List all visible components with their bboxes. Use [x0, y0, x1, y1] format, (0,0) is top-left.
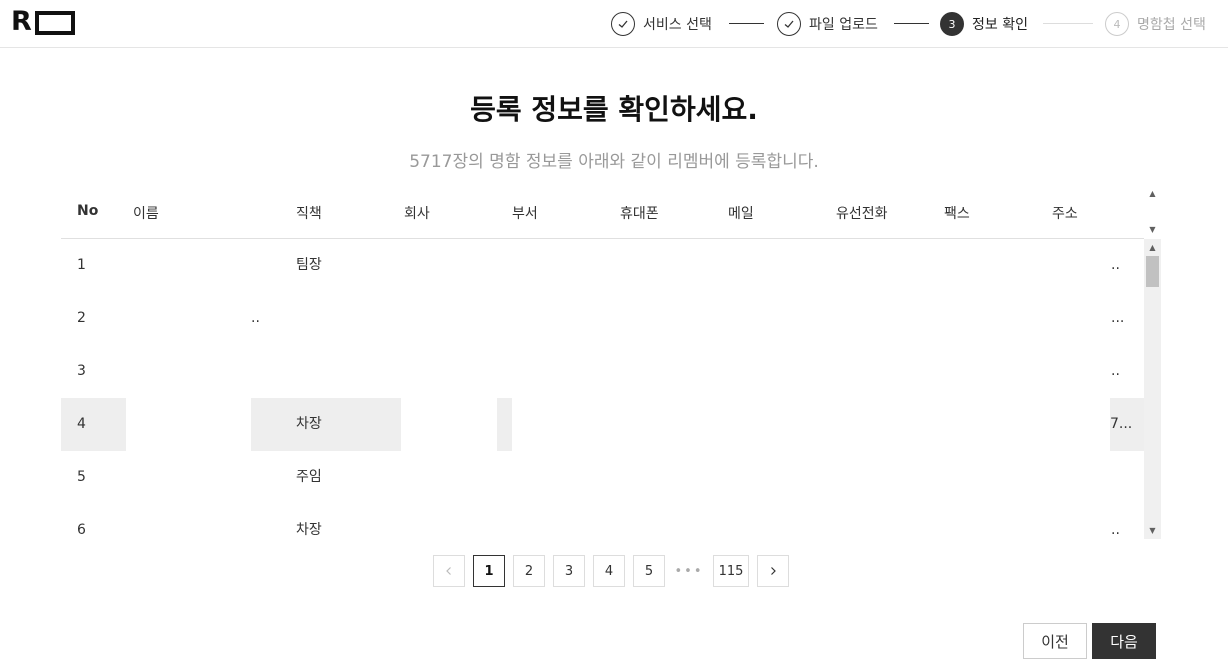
- step-label: 명함첩 선택: [1137, 17, 1206, 33]
- cell-address: 7...: [1110, 398, 1144, 451]
- cell-address: ..: [1111, 363, 1120, 379]
- table-row[interactable]: 1 팀장 ..: [61, 239, 1144, 292]
- cell-name: ..: [251, 310, 260, 326]
- table-header: No 이름 직책 회사 부서 휴대폰 메일 유선전화 팩스 주소: [61, 185, 1144, 239]
- cell-no: 5: [77, 469, 86, 485]
- step-number-badge: 4: [1105, 12, 1129, 36]
- scrollbar-thumb[interactable]: [1146, 256, 1159, 287]
- check-icon: [611, 12, 635, 36]
- table-scrollbar[interactable]: ▲ ▼: [1144, 239, 1161, 539]
- column-header-phone: 유선전화: [836, 206, 888, 222]
- table-row[interactable]: 3 ..: [61, 345, 1144, 398]
- cell-department: [497, 398, 512, 451]
- table-row-highlighted[interactable]: 4 차장 7...: [61, 398, 1144, 451]
- chevron-right-icon: [771, 567, 776, 575]
- check-icon: [777, 12, 801, 36]
- column-header-company: 회사: [404, 206, 430, 222]
- column-header-name: 이름: [133, 206, 159, 222]
- table-row[interactable]: 2 .. ...: [61, 292, 1144, 345]
- prev-page-button[interactable]: [433, 555, 465, 587]
- page-button-2[interactable]: 2: [513, 555, 545, 587]
- column-header-email: 메일: [728, 206, 754, 222]
- step-label: 서비스 선택: [643, 17, 712, 33]
- previous-button[interactable]: 이전: [1023, 623, 1087, 659]
- cell-title: 팀장: [296, 257, 322, 273]
- column-header-title: 직책: [296, 206, 322, 222]
- column-header-mobile: 휴대폰: [620, 206, 659, 222]
- cell-address: ..: [1111, 522, 1120, 538]
- column-header-no: No: [77, 203, 99, 219]
- cell-address: ..: [1111, 257, 1120, 273]
- page-button-1[interactable]: 1: [473, 555, 505, 587]
- page-button-4[interactable]: 4: [593, 555, 625, 587]
- preview-table: No 이름 직책 회사 부서 휴대폰 메일 유선전화 팩스 주소 ▲ ▼ 1 팀…: [61, 185, 1161, 539]
- table-body[interactable]: 1 팀장 .. 2 .. ... 3 .. 4 차장 7... 5 주임 6 차…: [61, 239, 1144, 539]
- top-bar: R 서비스 선택 파일 업로드 3 정보 확인 4 명함첩 선택: [0, 0, 1228, 48]
- table-row[interactable]: 6 차장 ..: [61, 504, 1144, 539]
- page-button-3[interactable]: 3: [553, 555, 585, 587]
- page-button-5[interactable]: 5: [633, 555, 665, 587]
- column-header-address: 주소: [1052, 206, 1078, 222]
- scroll-up-icon[interactable]: ▲: [1144, 239, 1161, 256]
- page-button-last[interactable]: 115: [713, 555, 749, 587]
- remember-logo[interactable]: R: [11, 6, 75, 37]
- page-subtitle: 5717장의 명함 정보를 아래와 같이 리멤버에 등록합니다.: [409, 152, 819, 172]
- cell-no: 6: [77, 522, 86, 538]
- step-connector: [894, 23, 929, 24]
- cell-title: 주임: [296, 469, 322, 485]
- step-file-upload: 파일 업로드: [777, 11, 878, 37]
- table-row[interactable]: 5 주임: [61, 451, 1144, 504]
- step-label: 파일 업로드: [809, 17, 878, 33]
- scroll-down-icon[interactable]: ▼: [1144, 221, 1161, 238]
- pagination-ellipsis: •••: [674, 563, 704, 579]
- cell-no: 4: [61, 398, 126, 451]
- column-header-fax: 팩스: [944, 206, 970, 222]
- cell-title: 차장: [296, 522, 322, 538]
- chevron-left-icon: [446, 567, 451, 575]
- page-title: 등록 정보를 확인하세요.: [470, 93, 758, 126]
- next-button[interactable]: 다음: [1092, 623, 1156, 659]
- column-header-department: 부서: [512, 206, 538, 222]
- logo-letter: R: [11, 6, 32, 37]
- scroll-up-icon[interactable]: ▲: [1144, 185, 1161, 202]
- cell-no: 1: [77, 257, 86, 273]
- cell-no: 3: [77, 363, 86, 379]
- cell-title: 차장: [251, 398, 401, 451]
- logo-box-icon: [35, 11, 75, 35]
- step-connector: [1043, 23, 1093, 24]
- cell-address: ...: [1111, 310, 1125, 326]
- step-label: 정보 확인: [972, 17, 1028, 33]
- step-card-book-select: 4 명함첩 선택: [1105, 11, 1206, 37]
- scroll-down-icon[interactable]: ▼: [1144, 522, 1161, 539]
- next-page-button[interactable]: [757, 555, 789, 587]
- step-info-confirm: 3 정보 확인: [940, 11, 1028, 37]
- cell-no: 2: [77, 310, 86, 326]
- step-number-badge: 3: [940, 12, 964, 36]
- step-service-select: 서비스 선택: [611, 11, 712, 37]
- header-scrollbar[interactable]: ▲ ▼: [1144, 185, 1161, 239]
- step-connector: [729, 23, 764, 24]
